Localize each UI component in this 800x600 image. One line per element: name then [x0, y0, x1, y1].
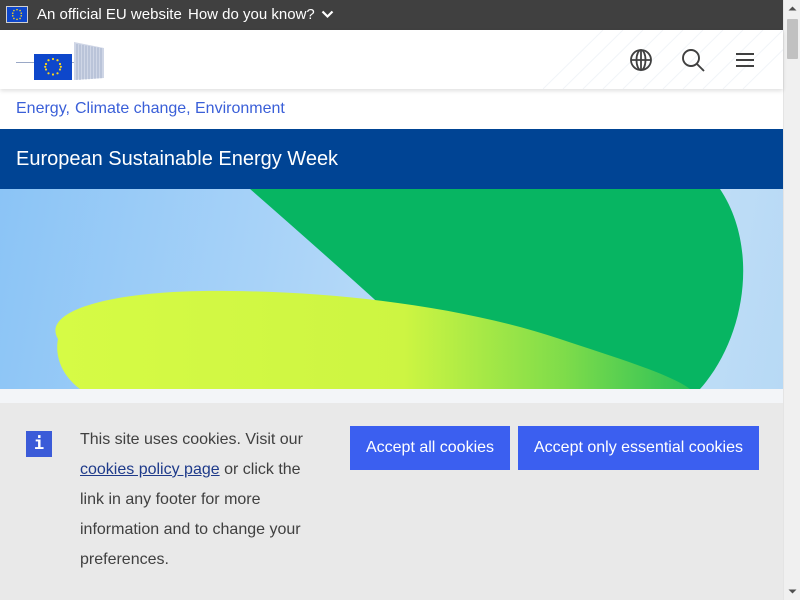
vertical-scrollbar[interactable] — [783, 0, 800, 600]
scrollbar-thumb[interactable] — [787, 19, 798, 59]
hero-image — [0, 189, 783, 389]
info-icon: i — [26, 431, 52, 457]
section-divider — [0, 389, 783, 403]
menu-icon[interactable] — [732, 47, 758, 73]
topic-link-climate-change[interactable]: Climate change, — [75, 100, 191, 118]
topic-link-environment[interactable]: Environment — [195, 100, 285, 118]
site-header — [0, 30, 783, 89]
how-do-you-know-button[interactable]: How do you know? — [188, 6, 334, 23]
how-do-you-know-label: How do you know? — [188, 6, 315, 23]
cookies-policy-link[interactable]: cookies policy page — [80, 461, 220, 478]
cookie-consent-banner: i This site uses cookies. Visit our cook… — [0, 403, 783, 600]
scroll-up-arrow-icon[interactable] — [784, 0, 800, 17]
page: An official EU website How do you know? — [0, 0, 800, 600]
european-commission-logo[interactable] — [16, 40, 106, 82]
topic-links: Energy, Climate change, Environment — [0, 89, 783, 129]
eu-official-label: An official EU website — [37, 6, 182, 23]
cookie-message: This site uses cookies. Visit our cookie… — [80, 425, 320, 575]
topic-link-energy[interactable]: Energy, — [16, 100, 70, 118]
page-title-band: European Sustainable Energy Week — [0, 129, 783, 189]
globe-icon[interactable] — [628, 47, 654, 73]
accept-all-cookies-button[interactable]: Accept all cookies — [350, 426, 510, 470]
eu-flag-icon — [6, 6, 28, 23]
eu-official-bar: An official EU website How do you know? — [0, 0, 783, 30]
scroll-down-arrow-icon[interactable] — [784, 583, 800, 600]
chevron-down-icon — [321, 10, 334, 19]
accept-essential-cookies-button[interactable]: Accept only essential cookies — [518, 426, 759, 470]
hero-illustration — [55, 189, 744, 389]
search-icon[interactable] — [680, 47, 706, 73]
page-title: European Sustainable Energy Week — [16, 148, 339, 170]
cookie-text-start: This site uses cookies. Visit our — [80, 431, 303, 448]
